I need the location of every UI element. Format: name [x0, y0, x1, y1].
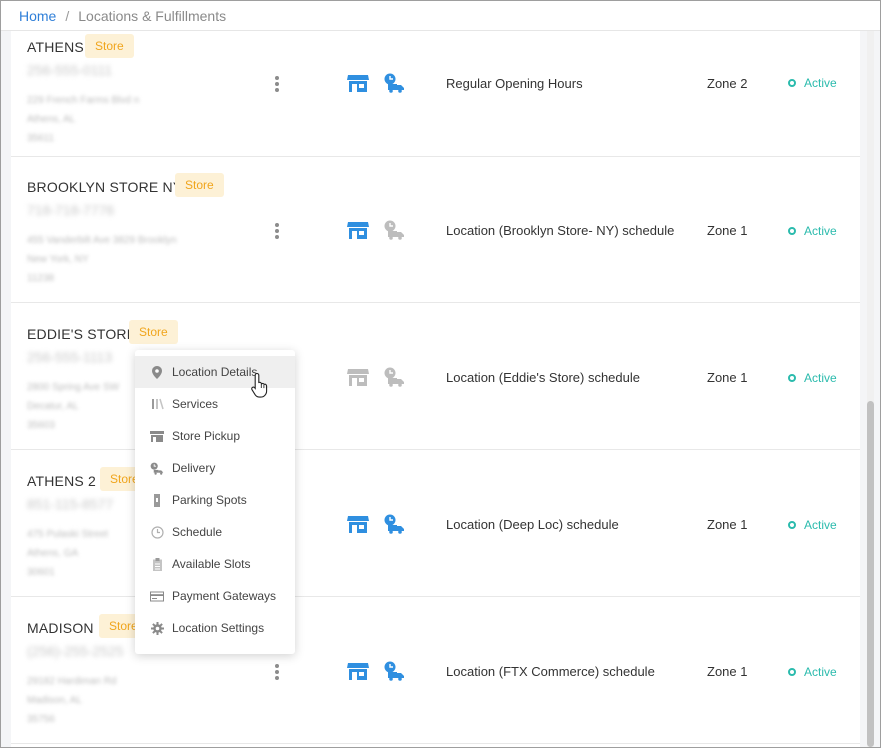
delivery-icon: [150, 461, 164, 475]
location-phone: 851-115-8577: [27, 496, 114, 512]
location-phone: 256-555-0111: [27, 62, 113, 78]
menu-item-available-slots[interactable]: Available Slots: [135, 548, 295, 580]
location-name: EDDIE'S STORE: [27, 326, 137, 342]
location-address: 2800 Spring Ave SW Decatur, AL 35603: [27, 382, 120, 431]
status-badge: Active: [788, 224, 837, 238]
store-icon: [150, 429, 164, 443]
row-actions-menu-button[interactable]: [273, 664, 281, 682]
location-schedule: Location (Brooklyn Store- NY) schedule: [446, 223, 675, 238]
location-address: 29182 Hardiman Rd Madison, AL 35756: [27, 676, 117, 725]
clipboard-icon: [150, 557, 164, 571]
menu-item-payment-gateways[interactable]: Payment Gateways: [135, 580, 295, 612]
menu-item-services[interactable]: Services: [135, 388, 295, 420]
card-icon: [150, 589, 164, 603]
location-zone: Zone 1: [707, 223, 748, 238]
app-window: Home / Locations & Fulfillments ATHENS S…: [0, 0, 881, 748]
location-schedule: Location (Deep Loc) schedule: [446, 517, 619, 532]
scrollbar-thumb[interactable]: [867, 401, 874, 747]
row-actions-dropdown: Location Details Services Store Pickup D…: [135, 350, 295, 654]
store-badge: Store: [129, 320, 178, 344]
status-dot-icon: [788, 668, 796, 676]
menu-item-location-settings[interactable]: Location Settings: [135, 612, 295, 644]
location-phone: (256)-255-2525: [27, 643, 124, 659]
services-icon: [150, 397, 164, 411]
menu-item-schedule[interactable]: Schedule: [135, 516, 295, 548]
clock-icon: [150, 525, 164, 539]
store-badge: Store: [175, 173, 224, 197]
delivery-icon[interactable]: [383, 73, 405, 93]
location-zone: Zone 1: [707, 517, 748, 532]
hand-cursor-icon: [251, 372, 268, 398]
vertical-scrollbar[interactable]: [867, 31, 874, 747]
gear-icon: [150, 621, 164, 635]
location-zone: Zone 1: [707, 370, 748, 385]
location-name: ATHENS: [27, 39, 84, 55]
status-dot-icon: [788, 79, 796, 87]
menu-item-location-details[interactable]: Location Details: [135, 356, 295, 388]
location-schedule: Location (Eddie's Store) schedule: [446, 370, 640, 385]
menu-item-delivery[interactable]: Delivery: [135, 452, 295, 484]
store-badge: Store: [85, 34, 134, 58]
location-schedule: Regular Opening Hours: [446, 76, 583, 91]
location-address: 229 French Farms Blvd n Athens, AL 35611: [27, 95, 140, 144]
location-zone: Zone 1: [707, 664, 748, 679]
location-address: 455 Vanderbilt Ave 3829 Brooklyn New Yor…: [27, 235, 177, 284]
location-name: BROOKLYN STORE NY: [27, 179, 183, 195]
store-pickup-icon[interactable]: [347, 661, 369, 681]
row-actions-menu-button[interactable]: [273, 223, 281, 241]
content-area: ATHENS Store 256-555-0111 229 French Far…: [1, 31, 880, 747]
status-dot-icon: [788, 374, 796, 382]
location-address: 475 Pulaski Street Athens, GA 30601: [27, 529, 109, 578]
breadcrumb-current: Locations & Fulfillments: [78, 7, 227, 24]
location-row: ATHENS Store 256-555-0111 229 French Far…: [11, 9, 860, 157]
menu-item-parking-spots[interactable]: Parking Spots: [135, 484, 295, 516]
delivery-icon[interactable]: [383, 367, 405, 387]
menu-item-store-pickup[interactable]: Store Pickup: [135, 420, 295, 452]
row-actions-menu-button[interactable]: [273, 76, 281, 94]
map-pin-icon: [150, 365, 164, 379]
status-badge: Active: [788, 371, 837, 385]
status-badge: Active: [788, 76, 837, 90]
parking-icon: [150, 493, 164, 507]
status-badge: Active: [788, 518, 837, 532]
location-phone: 256-555-1113: [27, 349, 113, 365]
status-dot-icon: [788, 227, 796, 235]
location-zone: Zone 2: [707, 76, 748, 91]
breadcrumb: Home / Locations & Fulfillments: [1, 1, 880, 31]
status-badge: Active: [788, 665, 837, 679]
delivery-icon[interactable]: [383, 220, 405, 240]
location-name: MADISON: [27, 620, 94, 636]
store-pickup-icon[interactable]: [347, 367, 369, 387]
store-pickup-icon[interactable]: [347, 220, 369, 240]
breadcrumb-home-link[interactable]: Home: [19, 8, 56, 24]
store-pickup-icon[interactable]: [347, 73, 369, 93]
location-row: BROOKLYN STORE NY Store 718-718-7776 455…: [11, 157, 860, 303]
store-pickup-icon[interactable]: [347, 514, 369, 534]
status-dot-icon: [788, 521, 796, 529]
location-schedule: Location (FTX Commerce) schedule: [446, 664, 655, 679]
location-name: ATHENS 2: [27, 473, 97, 489]
delivery-icon[interactable]: [383, 661, 405, 681]
breadcrumb-separator: /: [65, 7, 70, 24]
delivery-icon[interactable]: [383, 514, 405, 534]
location-phone: 718-718-7776: [27, 202, 115, 218]
